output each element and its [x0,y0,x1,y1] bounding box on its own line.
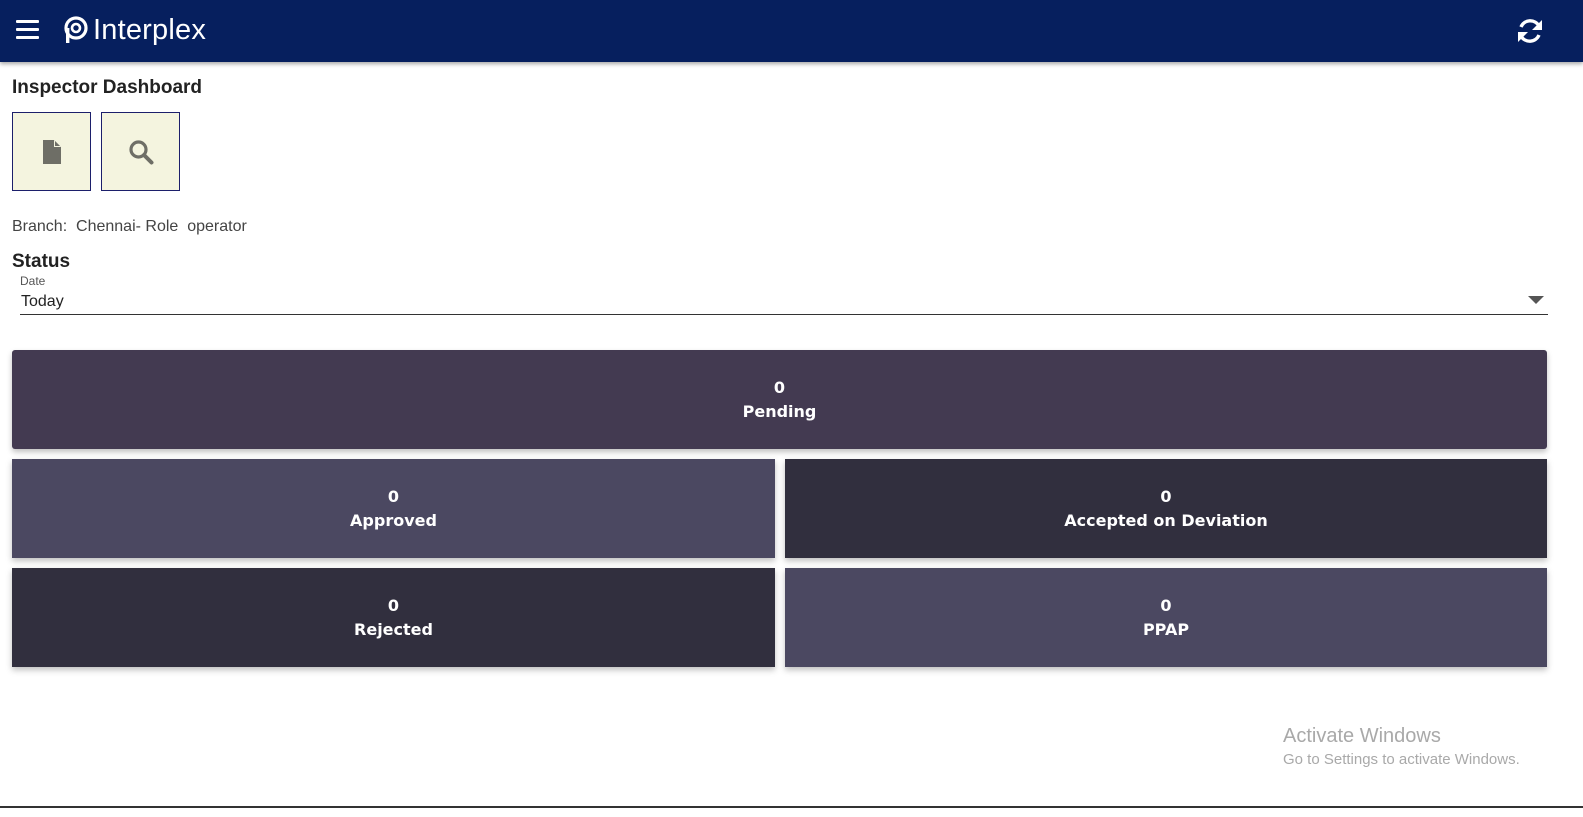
date-select[interactable]: Date Today [20,273,1548,315]
date-label: Date [20,274,46,288]
document-icon [42,139,61,164]
approved-card[interactable]: 0 Approved [12,459,775,558]
brand-name: Interplex [93,14,207,46]
refresh-icon[interactable] [1515,17,1545,45]
branch-role-info: Branch: Chennai- Role operator [12,218,247,235]
search-icon [128,139,153,164]
hamburger-menu-icon[interactable] [16,19,40,41]
rejected-card[interactable]: 0 Rejected [12,568,775,667]
approved-count: 0 [387,486,400,506]
window-bottom-border [0,806,1583,808]
watermark-title: Activate Windows [1283,725,1441,747]
windows-activation-watermark: Activate Windows Go to Settings to activ… [1283,724,1520,770]
ppap-count: 0 [1160,595,1172,615]
interplex-logo-icon [64,16,88,43]
status-heading: Status [12,251,71,272]
page-title: Inspector Dashboard [12,77,203,98]
dropdown-arrow-icon[interactable] [1528,296,1544,304]
date-selected-value: Today [21,293,64,310]
watermark-subtitle: Go to Settings to activate Windows. [1283,751,1520,768]
accepted-on-deviation-label: Accepted on Deviation [1064,510,1268,530]
accepted-on-deviation-card[interactable]: 0 Accepted on Deviation [785,459,1547,558]
brand-logo: Interplex [63,15,206,45]
accepted-on-deviation-count: 0 [1160,486,1172,506]
pending-label: Pending [742,401,817,421]
pending-count: 0 [773,377,786,397]
search-button[interactable] [101,112,180,191]
ppap-label: PPAP [1142,619,1190,639]
rejected-label: Rejected [354,619,433,639]
app-header: Interplex [0,0,1583,62]
pending-card[interactable]: 0 Pending [12,350,1547,449]
rejected-count: 0 [387,595,400,615]
ppap-card[interactable]: 0 PPAP [785,568,1547,667]
new-document-button[interactable] [12,112,91,191]
approved-label: Approved [350,510,437,530]
